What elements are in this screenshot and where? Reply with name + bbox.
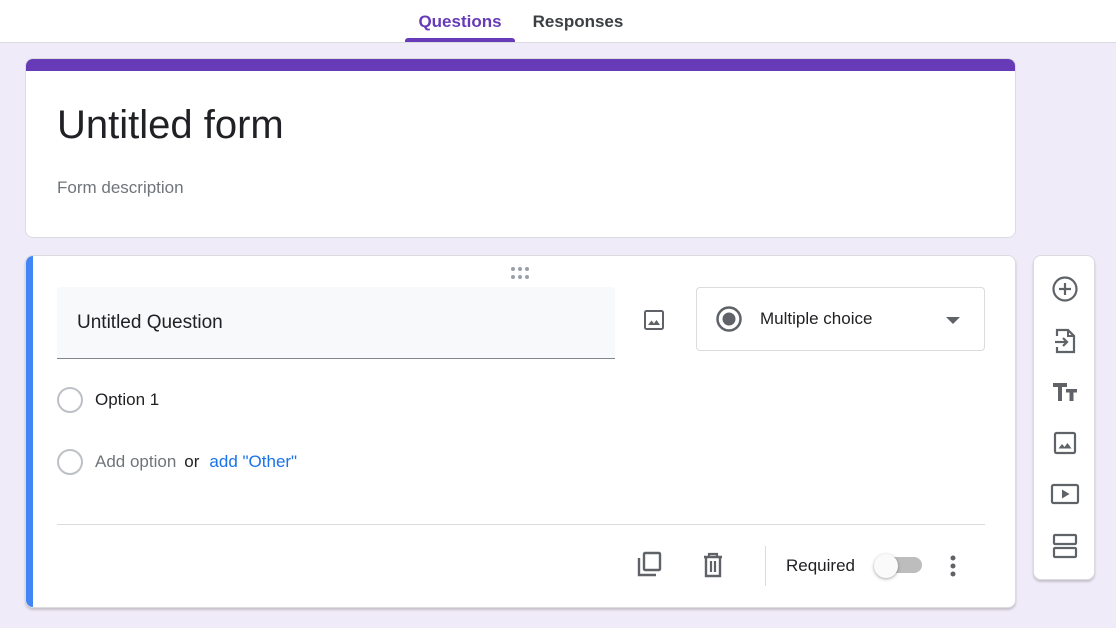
image-icon	[644, 310, 664, 330]
dropdown-arrow-icon	[946, 317, 960, 324]
required-label: Required	[786, 556, 855, 575]
form-title-input[interactable]: Untitled form	[57, 103, 284, 148]
add-option-row: Add option or add "Other"	[57, 449, 297, 475]
add-circle-icon	[1052, 276, 1078, 302]
required-toggle[interactable]	[874, 554, 924, 578]
add-image-toolbar-button[interactable]	[1049, 427, 1081, 459]
theme-accent-bar	[26, 59, 1015, 71]
add-section-button[interactable]	[1049, 530, 1081, 562]
import-questions-button[interactable]	[1049, 325, 1081, 357]
add-question-button[interactable]	[1049, 273, 1081, 305]
toggle-thumb	[874, 554, 898, 578]
form-header-card: Untitled form Form description	[25, 58, 1016, 238]
duplicate-button[interactable]	[632, 547, 668, 583]
option-label-input[interactable]: Option 1	[95, 390, 159, 410]
duplicate-icon	[637, 551, 662, 577]
delete-icon	[704, 552, 722, 578]
top-bar: Questions Responses	[0, 0, 1116, 43]
radio-button-checked-icon	[716, 306, 742, 332]
radio-unchecked-icon	[57, 387, 83, 413]
more-vert-icon	[950, 555, 956, 577]
form-description-input[interactable]: Form description	[57, 178, 184, 198]
footer-divider	[57, 524, 985, 525]
footer-separator	[765, 546, 766, 586]
side-toolbar	[1033, 255, 1095, 580]
active-question-indicator	[26, 256, 33, 607]
image-icon	[1053, 431, 1077, 455]
option-row: Option 1	[57, 387, 159, 413]
add-other-link[interactable]: add "Other"	[209, 452, 297, 472]
video-icon	[1050, 483, 1080, 505]
question-title-input[interactable]: Untitled Question	[57, 287, 615, 359]
more-options-button[interactable]	[941, 551, 965, 581]
question-card[interactable]: Untitled Question Multiple choice Option…	[25, 255, 1016, 608]
question-type-label: Multiple choice	[760, 309, 873, 328]
import-questions-icon	[1055, 328, 1076, 354]
title-text-icon	[1053, 383, 1077, 401]
question-type-dropdown[interactable]: Multiple choice	[696, 287, 985, 351]
section-icon	[1052, 533, 1078, 559]
or-text: or	[184, 452, 200, 471]
active-tab-indicator	[405, 38, 515, 42]
tab-responses[interactable]: Responses	[522, 0, 634, 43]
add-video-button[interactable]	[1049, 478, 1081, 510]
tab-questions[interactable]: Questions	[405, 0, 515, 43]
add-title-button[interactable]	[1049, 376, 1081, 408]
add-image-button[interactable]	[638, 304, 670, 336]
delete-button[interactable]	[695, 547, 731, 583]
drag-handle-icon[interactable]	[511, 267, 533, 279]
radio-unchecked-icon	[57, 449, 83, 475]
add-option-input[interactable]: Add option	[95, 452, 176, 472]
